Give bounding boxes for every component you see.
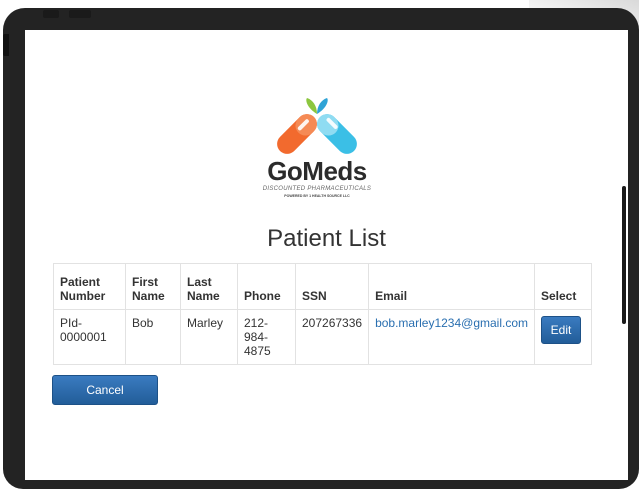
patient-table: Patient Number First Name Last Name Phon… (53, 263, 592, 365)
cell-last-name: Marley (180, 309, 238, 365)
tablet-top-button (43, 10, 59, 18)
tablet-top-button (69, 10, 91, 18)
pill-capsule-logo-icon (277, 98, 357, 154)
gomeds-logo: GoMeds DISCOUNTED PHARMACEUTICALS POWERE… (257, 98, 377, 206)
cell-select: Edit (534, 309, 592, 365)
tablet-frame: GoMeds DISCOUNTED PHARMACEUTICALS POWERE… (3, 8, 639, 489)
col-header-patient-number: Patient Number (53, 263, 126, 310)
table-row: PId-0000001 Bob Marley 212-984-4875 2072… (53, 309, 592, 365)
cell-patient-number: PId-0000001 (53, 309, 126, 365)
brand-tagline: DISCOUNTED PHARMACEUTICALS (262, 186, 372, 192)
cell-ssn: 207267336 (294, 309, 370, 365)
col-header-phone: Phone (237, 263, 296, 310)
cell-first-name: Bob (125, 309, 181, 365)
col-header-select: Select (534, 263, 592, 310)
page-title: Patient List (267, 225, 386, 252)
col-header-email: Email (368, 263, 535, 310)
edit-button[interactable]: Edit (541, 316, 581, 344)
table-header-row: Patient Number First Name Last Name Phon… (53, 263, 592, 310)
cancel-button[interactable]: Cancel (52, 375, 158, 405)
col-header-last-name: Last Name (180, 263, 238, 310)
tablet-side-button (3, 34, 9, 56)
col-header-first-name: First Name (125, 263, 181, 310)
app-screen: GoMeds DISCOUNTED PHARMACEUTICALS POWERE… (25, 30, 628, 480)
cell-phone: 212-984-4875 (237, 309, 296, 365)
cell-email-link[interactable]: bob.marley1234@gmail.com (368, 309, 535, 365)
col-header-ssn: SSN (294, 263, 370, 310)
brand-powered-by: POWERED BY 1 HEALTH SOURCE LLC (284, 194, 350, 198)
brand-name: GoMeds (267, 156, 367, 186)
scrollbar[interactable] (622, 186, 626, 324)
